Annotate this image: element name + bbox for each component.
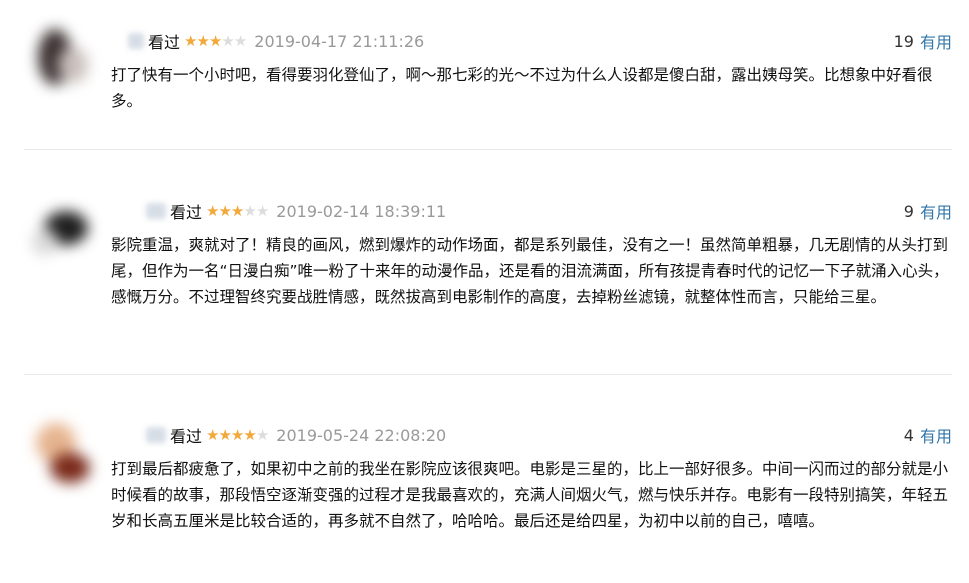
rating-stars: ★ ★ ★ ★ ★ <box>206 426 269 444</box>
watched-label: 看过 <box>170 203 203 222</box>
useful-button[interactable]: 有用 <box>920 423 952 447</box>
star-icon: ★ <box>208 32 222 50</box>
review-text: 打到最后都疲惫了，如果初中之前的我坐在影院应该很爽吧。电影是三星的，比上一部好很… <box>111 460 949 530</box>
star-icon: ★ <box>184 32 197 50</box>
review-meta: 看过 ★ ★ ★ ★ ★ 2019-04-17 21:11:26 <box>128 27 424 55</box>
star-icon: ★ <box>206 426 219 444</box>
username[interactable] <box>146 203 166 219</box>
vote-count: 4 <box>903 425 914 445</box>
useful-button[interactable]: 有用 <box>920 199 952 223</box>
vote-area: 19 有用 <box>894 27 952 55</box>
avatar[interactable] <box>30 27 92 89</box>
review-date: 2019-04-17 21:11:26 <box>254 31 425 51</box>
review-date: 2019-05-24 22:08:20 <box>276 425 447 445</box>
vote-count: 19 <box>893 31 914 51</box>
star-icon: ★ <box>243 426 256 444</box>
rating-stars: ★ ★ ★ ★ ★ <box>184 32 247 50</box>
divider <box>24 374 952 375</box>
username[interactable] <box>128 33 144 49</box>
star-icon: ★ <box>243 202 256 220</box>
star-icon: ★ <box>196 32 209 50</box>
star-icon: ★ <box>233 32 247 50</box>
review-text: 影院重温，爽就对了！精良的画风，燃到爆炸的动作场面，都是系列最佳，没有之一！虽然… <box>111 236 949 306</box>
avatar[interactable] <box>30 423 92 485</box>
vote-area: 4 有用 <box>904 421 952 449</box>
avatar[interactable] <box>30 199 92 261</box>
watched-label: 看过 <box>148 33 181 52</box>
star-icon: ★ <box>221 32 234 50</box>
vote-count: 9 <box>903 201 914 221</box>
star-icon: ★ <box>218 426 231 444</box>
useful-button[interactable]: 有用 <box>920 29 952 53</box>
star-icon: ★ <box>218 202 231 220</box>
star-icon: ★ <box>230 426 244 444</box>
divider <box>24 149 952 150</box>
username[interactable] <box>146 427 166 443</box>
review-text: 打了快有一个小时吧，看得要羽化登仙了，啊～那七彩的光～不过为什么人设都是傻白甜，… <box>111 66 933 110</box>
rating-stars: ★ ★ ★ ★ ★ <box>206 202 269 220</box>
vote-area: 9 有用 <box>904 197 952 225</box>
star-icon: ★ <box>255 426 269 444</box>
watched-label: 看过 <box>170 427 203 446</box>
review-meta: 看过 ★ ★ ★ ★ ★ 2019-05-24 22:08:20 <box>146 421 446 449</box>
star-icon: ★ <box>206 202 219 220</box>
review-date: 2019-02-14 18:39:11 <box>276 201 447 221</box>
star-icon: ★ <box>230 202 244 220</box>
star-icon: ★ <box>255 202 269 220</box>
review-meta: 看过 ★ ★ ★ ★ ★ 2019-02-14 18:39:11 <box>146 197 446 225</box>
